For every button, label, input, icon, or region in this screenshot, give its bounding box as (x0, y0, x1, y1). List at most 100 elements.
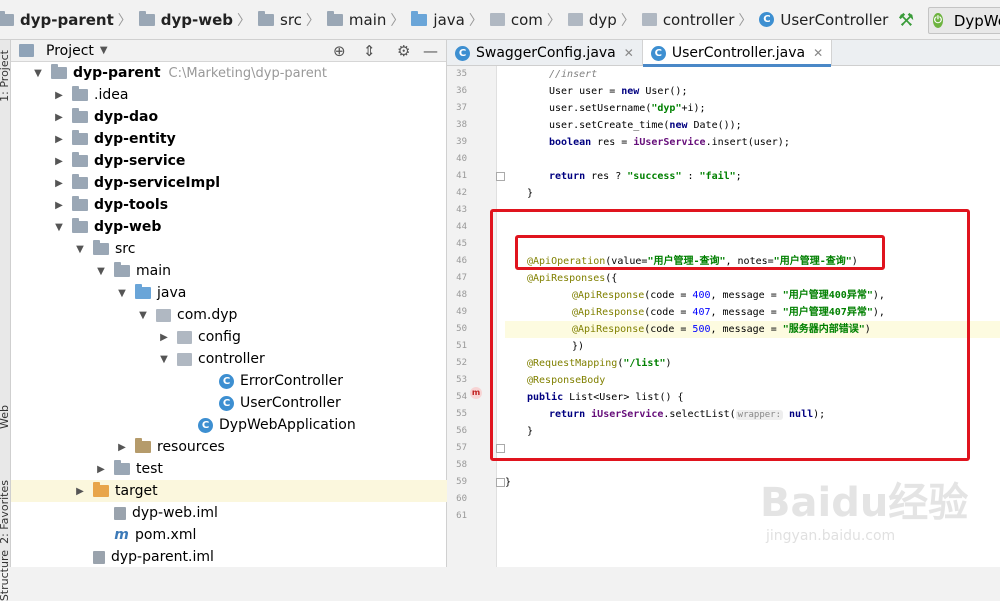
breadcrumb-item[interactable]: dyp-parent 〉 (0, 0, 139, 39)
tree-item[interactable]: C ErrorController (11, 370, 447, 392)
expanded-arrow-icon[interactable]: ▼ (31, 68, 45, 79)
collapse-all-icon[interactable]: ⇕ (363, 42, 376, 60)
tree-item[interactable]: m pom.xml (11, 524, 447, 546)
collapsed-arrow-icon[interactable]: ▶ (94, 464, 108, 475)
tree-item[interactable]: ▶ dyp-tools (11, 194, 447, 216)
project-panel: Project ▼ ⊕ ⇕ ⚙ — ▼ dyp-parent C:\Marketin… (11, 40, 447, 567)
collapsed-arrow-icon[interactable]: ▶ (52, 134, 66, 145)
line-number: 43 (456, 205, 467, 215)
editor-tabs: C SwaggerConfig.java ✕ C UserController.… (447, 40, 1000, 67)
tree-item[interactable]: ▼ main (11, 260, 447, 282)
project-tool-tab[interactable]: 1: Project (0, 50, 11, 102)
favorites-tool-tab[interactable]: 2: Favorites (0, 480, 11, 544)
breadcrumb-item[interactable]: dyp 〉 (567, 0, 642, 39)
project-panel-title[interactable]: Project (46, 43, 94, 59)
breadcrumb-item[interactable]: java 〉 (411, 0, 489, 39)
tree-item-label: dyp-entity (94, 131, 176, 147)
breadcrumb-label: java (433, 10, 465, 29)
collapsed-arrow-icon[interactable]: ▶ (52, 178, 66, 189)
folder-icon (114, 262, 130, 277)
web-tool-tab[interactable]: Web (0, 405, 11, 429)
line-number: 57 (456, 443, 467, 453)
module-icon (72, 130, 88, 145)
chevron-down-icon[interactable]: ▼ (100, 45, 108, 56)
gear-icon[interactable]: ⚙ (397, 42, 410, 60)
run-configuration-selector[interactable]: ⏻ DypWe (928, 7, 1000, 34)
fold-marker-icon[interactable] (496, 478, 505, 487)
tree-item[interactable]: ▶ dyp-entity (11, 128, 447, 150)
class-icon: C (650, 45, 666, 61)
tree-item[interactable]: ▶ config (11, 326, 447, 348)
tree-item[interactable]: ▶ resources (11, 436, 447, 458)
tab-user-controller[interactable]: C UserController.java ✕ (642, 40, 833, 67)
tree-item[interactable]: ▼ com.dyp (11, 304, 447, 326)
tree-item[interactable]: ▼ java (11, 282, 447, 304)
collapsed-arrow-icon[interactable]: ▶ (52, 112, 66, 123)
line-number: 37 (456, 103, 467, 113)
tree-item[interactable]: ▶ dyp-serviceImpl (11, 172, 447, 194)
tree-item[interactable]: ▶ dyp-service (11, 150, 447, 172)
locate-target-icon[interactable]: ⊕ (333, 42, 346, 60)
close-icon[interactable]: ✕ (813, 46, 823, 60)
breadcrumb-item[interactable]: controller 〉 (641, 0, 760, 39)
code-line-37: user.setUsername("dyp"+i); (549, 103, 706, 114)
tree-item[interactable]: ▼ controller (11, 348, 447, 370)
collapsed-arrow-icon[interactable]: ▶ (52, 200, 66, 211)
collapsed-arrow-icon[interactable]: ▶ (52, 90, 66, 101)
module-icon (72, 174, 88, 189)
tree-item-label: config (198, 329, 241, 345)
tree-item[interactable]: dyp-web.iml (11, 502, 447, 524)
fold-marker-icon[interactable] (496, 172, 505, 181)
tree-item-label: controller (198, 351, 265, 367)
line-number: 36 (456, 86, 467, 96)
tree-item[interactable]: ▶ test (11, 458, 447, 480)
tree-item[interactable]: C DypWebApplication (11, 414, 447, 436)
collapsed-arrow-icon[interactable]: ▶ (157, 332, 171, 343)
collapsed-arrow-icon[interactable]: ▶ (115, 442, 129, 453)
tree-item[interactable]: C UserController (11, 392, 447, 414)
line-number: 61 (456, 511, 467, 521)
breadcrumb-item[interactable]: com 〉 (489, 0, 568, 39)
file-icon (93, 550, 105, 564)
breadcrumb-item[interactable]: dyp-web 〉 (138, 0, 258, 39)
tree-item-label: test (136, 461, 163, 477)
hide-panel-icon[interactable]: — (423, 42, 438, 60)
tree-item[interactable]: ▶ .idea (11, 84, 447, 106)
folder-icon (72, 86, 88, 101)
collapsed-arrow-icon[interactable]: ▶ (52, 156, 66, 167)
expanded-arrow-icon[interactable]: ▼ (73, 244, 87, 255)
build-hammer-icon[interactable]: ⚒ (898, 10, 914, 31)
method-override-marker-icon[interactable]: m (470, 387, 482, 399)
code-line-38: user.setCreate_time(new Date()); (549, 120, 742, 131)
expanded-arrow-icon[interactable]: ▼ (52, 222, 66, 233)
line-number: 52 (456, 358, 467, 368)
package-icon (641, 13, 657, 26)
spring-boot-icon: ⏻ (933, 13, 943, 28)
collapsed-arrow-icon[interactable]: ▶ (73, 486, 87, 497)
folder-icon (93, 240, 109, 255)
line-number: 60 (456, 494, 467, 504)
breadcrumb-item[interactable]: src 〉 (258, 0, 327, 39)
line-number: 49 (456, 307, 467, 317)
close-icon[interactable]: ✕ (624, 46, 634, 60)
module-icon (72, 108, 88, 123)
expanded-arrow-icon[interactable]: ▼ (157, 354, 171, 365)
tree-item[interactable]: ▼ dyp-parent C:\Marketing\dyp-parent (11, 62, 447, 84)
tree-item[interactable]: ▼ dyp-web (11, 216, 447, 238)
expanded-arrow-icon[interactable]: ▼ (136, 310, 150, 321)
tab-swagger-config[interactable]: C SwaggerConfig.java ✕ (447, 40, 643, 66)
tree-item[interactable]: dyp-parent.iml (11, 546, 447, 568)
structure-tool-tab[interactable]: Structure (0, 550, 11, 601)
breadcrumb-item[interactable]: main 〉 (326, 0, 411, 39)
breadcrumb-item[interactable]: C UserController (759, 0, 888, 39)
tree-item-label: java (157, 285, 187, 301)
tree-item[interactable]: ▶ dyp-dao (11, 106, 447, 128)
expanded-arrow-icon[interactable]: ▼ (115, 288, 129, 299)
tree-item[interactable]: ▼ src (11, 238, 447, 260)
breadcrumb-separator-icon: 〉 (738, 12, 753, 29)
tree-item[interactable]: ▶ target (11, 480, 447, 502)
expanded-arrow-icon[interactable]: ▼ (94, 266, 108, 277)
api-operation-highlight-box (515, 235, 885, 270)
breadcrumb-separator-icon: 〉 (390, 12, 405, 29)
watermark: Baidu经验 jingyan.baidu.com (760, 470, 995, 567)
